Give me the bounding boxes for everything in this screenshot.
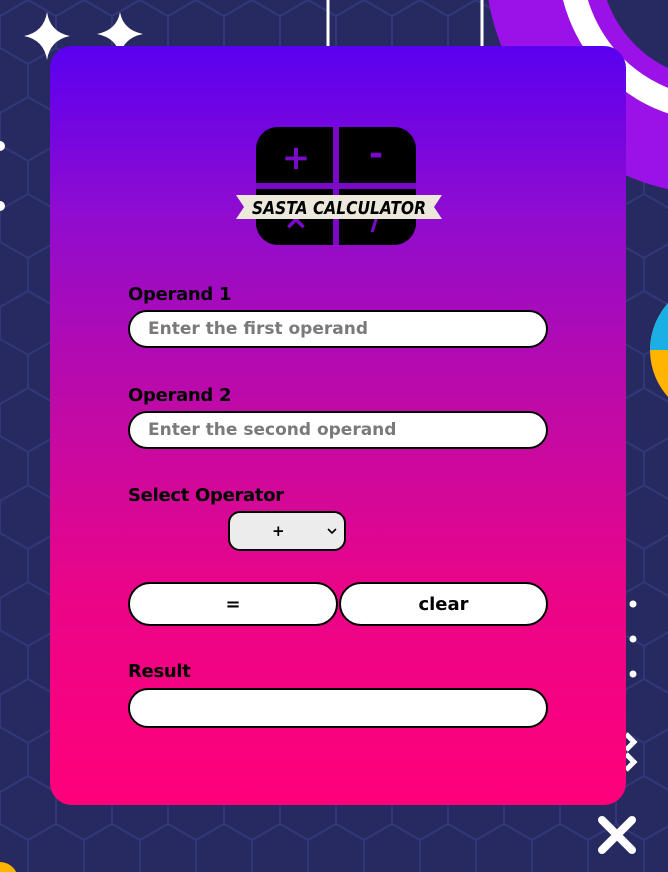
operator-select[interactable]: +: [228, 511, 346, 551]
operand2-label: Operand 2: [128, 385, 232, 406]
operand1-input[interactable]: [128, 310, 548, 348]
clear-button[interactable]: clear: [339, 582, 548, 626]
operator-selected-value: +: [272, 522, 285, 540]
logo-plus-glyph: +: [282, 138, 311, 178]
chevron-down-icon: [327, 528, 337, 535]
calculator-logo: + - × / SASTA CALCULATOR: [236, 127, 442, 245]
logo-minus-glyph: -: [369, 134, 383, 174]
logo-text: SASTA CALCULATOR: [252, 198, 426, 219]
equals-button[interactable]: =: [128, 582, 338, 626]
result-output: [128, 688, 548, 728]
operand2-input[interactable]: [128, 411, 548, 449]
operator-label: Select Operator: [128, 485, 284, 506]
operand1-label: Operand 1: [128, 284, 232, 305]
result-label: Result: [128, 661, 191, 682]
